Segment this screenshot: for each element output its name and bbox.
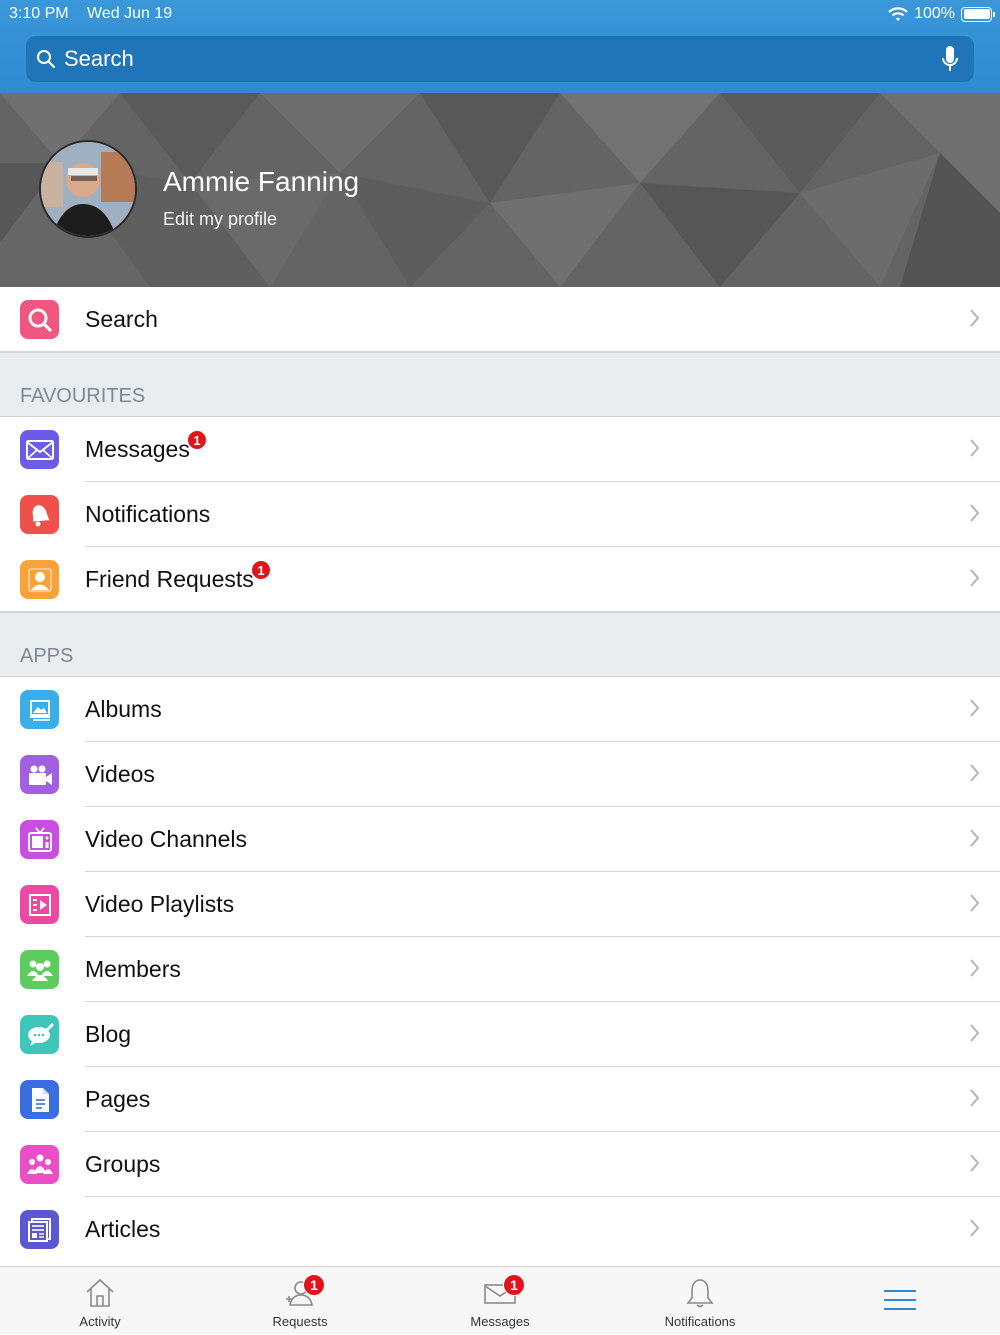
search-icon (20, 300, 59, 339)
chevron-right-icon (970, 1219, 980, 1237)
menu-item-label: Members (85, 956, 181, 982)
menu-item-videos[interactable]: Videos (0, 742, 1000, 807)
battery-icon (961, 6, 995, 22)
section-header-favourites: FAVOURITES (0, 352, 1000, 417)
picture-icon (20, 690, 59, 729)
menu-item-label: Albums (85, 696, 162, 722)
members-icon (20, 950, 59, 989)
menu-item-label: Video Playlists (85, 891, 235, 917)
tab-requests[interactable]: 1 Requests (200, 1267, 400, 1335)
menu-item-search[interactable]: Search (0, 287, 1000, 352)
envelope-icon (20, 430, 59, 469)
menu-item-friend-requests[interactable]: Friend Requests 1 (0, 547, 1000, 612)
tab-badge: 1 (303, 1274, 325, 1296)
request-badge: 1 (251, 560, 271, 580)
menu-item-blog[interactable]: Blog (0, 1002, 1000, 1067)
status-time: 3:10 PM (9, 5, 69, 22)
bell-icon (686, 1279, 714, 1308)
chevron-right-icon (970, 439, 980, 457)
menu-item-video-playlists[interactable]: Video Playlists (0, 872, 1000, 937)
cover-pattern (0, 93, 1000, 287)
person-icon (20, 560, 59, 599)
menu-item-notifications[interactable]: Notifications (0, 482, 1000, 547)
menu-item-label: Messages (85, 436, 190, 462)
menu-item-label: Groups (85, 1151, 161, 1177)
tab-activity[interactable]: Activity (0, 1267, 200, 1335)
unread-badge: 1 (187, 430, 207, 450)
video-camera-icon (20, 755, 59, 794)
status-date: Wed Jun 19 (87, 5, 173, 22)
tab-notifications[interactable]: Notifications (600, 1267, 800, 1335)
tab-messages[interactable]: 1 Messages (400, 1267, 600, 1335)
newspaper-icon (20, 1210, 59, 1249)
profile-name[interactable]: Ammie Fanning (163, 166, 359, 198)
section-title: FAVOURITES (20, 385, 146, 407)
tab-label: Messages (470, 1314, 530, 1329)
tab-menu[interactable] (800, 1267, 1000, 1335)
avatar[interactable] (39, 140, 137, 238)
wifi-icon (888, 6, 908, 21)
menu-item-members[interactable]: Members (0, 937, 1000, 1002)
home-icon (86, 1278, 114, 1307)
section-header-apps: APPS (0, 612, 1000, 677)
bell-icon (20, 495, 59, 534)
playlist-icon (20, 885, 59, 924)
chevron-right-icon (970, 699, 980, 717)
microphone-icon[interactable] (941, 45, 959, 73)
chevron-right-icon (970, 1024, 980, 1042)
chevron-right-icon (970, 309, 980, 327)
menu-item-albums[interactable]: Albums (0, 677, 1000, 742)
blog-icon (20, 1015, 59, 1054)
section-title: APPS (20, 645, 74, 667)
document-icon (20, 1080, 59, 1119)
chevron-right-icon (970, 1089, 980, 1107)
top-bar: 3:10 PM Wed Jun 19 100% Search (0, 0, 1000, 93)
chevron-right-icon (970, 504, 980, 522)
menu-item-label: Blog (85, 1021, 132, 1047)
tab-label: Activity (79, 1314, 121, 1329)
chevron-right-icon (970, 894, 980, 912)
chevron-right-icon (970, 1154, 980, 1172)
tab-badge: 1 (503, 1274, 525, 1296)
status-bar: 3:10 PM Wed Jun 19 100% (0, 0, 1000, 28)
search-placeholder: Search (64, 46, 134, 71)
tab-label: Requests (272, 1314, 328, 1329)
menu-item-label: Search (85, 306, 158, 332)
menu-item-articles[interactable]: Articles (0, 1197, 1000, 1265)
menu-item-video-channels[interactable]: Video Channels (0, 807, 1000, 872)
tab-label: Notifications (664, 1314, 736, 1329)
menu-item-label: Notifications (85, 501, 211, 527)
menu-item-label: Friend Requests (85, 566, 254, 592)
battery-percent: 100% (914, 5, 955, 22)
tab-bar: Activity 1 Requests 1 Messages Notificat… (0, 1266, 1000, 1334)
menu-item-label: Pages (85, 1086, 151, 1112)
chevron-right-icon (970, 569, 980, 587)
menu-item-label: Videos (85, 761, 155, 787)
menu-item-messages[interactable]: Messages 1 (0, 417, 1000, 482)
search-icon (37, 50, 56, 69)
chevron-right-icon (970, 764, 980, 782)
edit-profile-link[interactable]: Edit my profile (163, 209, 277, 230)
avatar-photo (41, 142, 135, 236)
menu-item-label: Video Channels (85, 826, 247, 852)
menu-item-groups[interactable]: Groups (0, 1132, 1000, 1197)
menu-icon (884, 1290, 916, 1310)
profile-header[interactable]: Ammie Fanning Edit my profile (0, 93, 1000, 287)
menu-item-pages[interactable]: Pages (0, 1067, 1000, 1132)
groups-icon (20, 1145, 59, 1184)
chevron-right-icon (970, 959, 980, 977)
tv-icon (20, 820, 59, 859)
chevron-right-icon (970, 829, 980, 847)
search-input[interactable]: Search (26, 36, 974, 82)
menu-item-label: Articles (85, 1216, 161, 1242)
